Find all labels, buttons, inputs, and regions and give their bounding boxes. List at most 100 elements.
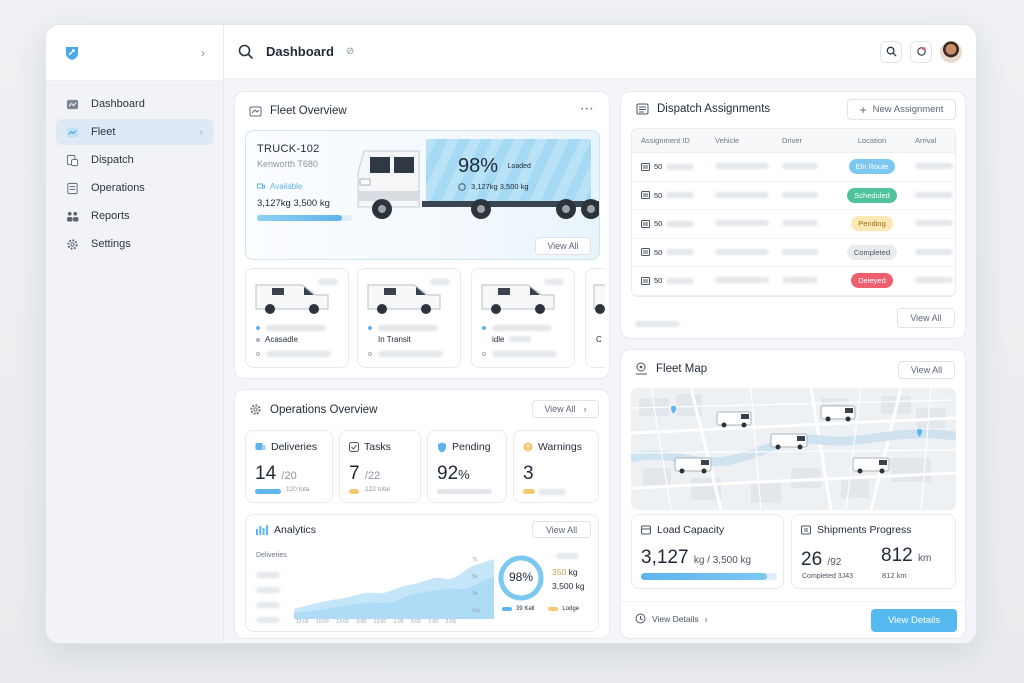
- deliveries-area-chart: [294, 559, 494, 619]
- featured-truck-card[interactable]: TRUCK-102 Kenworth T680 Available 3,127k…: [245, 130, 600, 260]
- stat-card-pending[interactable]: Pending 92%: [427, 430, 507, 503]
- column-header[interactable]: Location: [837, 136, 907, 145]
- search-icon[interactable]: [238, 44, 254, 60]
- load-capacity-title: Load Capacity: [657, 524, 725, 536]
- location-cell: Eln Route: [837, 159, 907, 175]
- location-cell: Scheduled: [837, 187, 907, 203]
- analytics-header: Analytics: [256, 524, 316, 536]
- van-meta: [482, 351, 557, 357]
- distance-value: 812 km: [881, 545, 931, 567]
- load-capacity-card[interactable]: Load Capacity 3,127 kg / 3,500 kg: [631, 514, 784, 589]
- document-icon: [641, 162, 650, 171]
- table-row[interactable]: 50 Scheduled: [632, 182, 955, 210]
- notifications-button[interactable]: [910, 40, 932, 63]
- view-all-button[interactable]: View All: [897, 308, 955, 328]
- card-title: Fleet Map: [656, 362, 708, 375]
- view-details-button[interactable]: View Details: [871, 609, 957, 632]
- table-body: 50 Eln Route 50 Scheduled 50 Pending 50 Complet…: [632, 153, 955, 296]
- column-header[interactable]: Assignment ID: [632, 136, 707, 145]
- assignment-id-cell: 50: [632, 162, 707, 171]
- truck-model: Kenworth T680: [257, 159, 318, 169]
- view-all-button[interactable]: View All: [532, 521, 591, 538]
- chevron-right-icon: ›: [704, 613, 708, 624]
- gauge-legend: 39 Kall Lodge: [502, 606, 579, 612]
- stat-label: Deliveries: [255, 441, 317, 453]
- column-header[interactable]: Vehicle: [707, 136, 782, 145]
- sidebar-item-dashboard[interactable]: Dashboard: [56, 91, 213, 117]
- dashboard-icon: [66, 99, 79, 109]
- stat-bar: [523, 489, 535, 494]
- van-id-blur: [544, 279, 564, 285]
- stat-card-tasks[interactable]: Tasks 7 /22 122 total: [339, 430, 421, 503]
- view-all-button[interactable]: View All: [898, 361, 955, 379]
- table-row[interactable]: 50 Pending: [632, 210, 955, 239]
- view-all-button[interactable]: View All ›: [532, 400, 599, 418]
- truck-id: TRUCK-102: [257, 143, 320, 155]
- van-status: idle: [492, 335, 532, 344]
- x-tick-label: 5:00: [411, 619, 421, 625]
- new-assignment-button[interactable]: + New Assignment: [847, 99, 956, 120]
- load-capacity-row: 3,127kg 3,500 kg: [458, 182, 529, 191]
- stat-total: /22: [364, 470, 381, 482]
- van-meta: [368, 351, 443, 357]
- x-tick-label: 1:00: [428, 619, 439, 625]
- van-meta: [256, 325, 326, 331]
- avatar[interactable]: [940, 40, 962, 63]
- sidebar-item-operations[interactable]: Operations: [56, 175, 213, 201]
- stat-bar: [255, 489, 281, 494]
- stat-sub-blur: [538, 489, 566, 495]
- collapse-sidebar-icon[interactable]: ›: [201, 46, 205, 60]
- assignments-table: Assignment ID Vehicle Driver Location Ar…: [631, 128, 956, 297]
- stat-sub: 122 total: [365, 486, 390, 493]
- stat-card-deliveries[interactable]: Deliveries 14 /20 120 tota: [245, 430, 333, 503]
- sidebar-item-reports[interactable]: Reports: [56, 203, 213, 229]
- van-card[interactable]: In Transit: [357, 268, 461, 368]
- stat-total: /20: [281, 470, 297, 482]
- van-card[interactable]: C: [585, 268, 605, 368]
- sidebar-item-dispatch[interactable]: Dispatch: [56, 147, 213, 173]
- column-header[interactable]: Driver: [782, 136, 837, 145]
- link-label: View Details: [652, 613, 699, 624]
- shipments-progress-card[interactable]: Shipments Progress 26 /92 Completed 3J43…: [791, 514, 956, 589]
- van-status: Acasadle: [256, 335, 298, 344]
- legend-a: 39 Kall: [516, 606, 535, 612]
- table-row[interactable]: 50 Deleyed: [632, 267, 955, 296]
- y-axis-ticks: 7k 5k 3k 40p: [472, 557, 480, 614]
- view-details-link[interactable]: View Details ›: [635, 613, 707, 624]
- arrival-cell: [907, 276, 955, 285]
- load-capacity-unit: kg / 3,500 kg: [693, 555, 752, 566]
- status-badge: Deleyed: [851, 273, 893, 289]
- sidebar-item-label: Dispatch: [91, 154, 134, 166]
- progress-fill: [257, 215, 342, 221]
- column-header[interactable]: Arrival: [907, 136, 955, 145]
- table-row[interactable]: 50 Eln Route: [632, 153, 955, 182]
- map-pin-icon: [636, 362, 647, 375]
- truck-small-icon: [257, 183, 265, 189]
- document-icon: [641, 276, 650, 285]
- stat-card-warnings[interactable]: Warnings 3: [513, 430, 599, 503]
- y-tick-label: 7k: [472, 557, 478, 563]
- view-all-button[interactable]: View All: [535, 237, 591, 255]
- van-card[interactable]: Acasadle: [245, 268, 349, 368]
- fleet-map-card: Fleet Map View All Load Capacity 3,127 k…: [620, 349, 966, 639]
- assignment-id: 50: [654, 276, 663, 286]
- y-tick-label: 40p: [472, 608, 481, 614]
- assignment-id: 50: [654, 247, 663, 257]
- search-button[interactable]: [880, 40, 902, 63]
- stat-label: Tasks: [349, 441, 391, 453]
- card-title: Operations Overview: [270, 403, 378, 416]
- table-header: Assignment ID Vehicle Driver Location Ar…: [632, 129, 955, 153]
- sidebar-item-settings[interactable]: Settings: [56, 231, 213, 257]
- distance-unit: km: [917, 553, 932, 564]
- more-options-icon[interactable]: ⋯: [580, 100, 595, 117]
- warning-icon: [523, 442, 533, 452]
- operations-icon: [67, 182, 78, 194]
- van-card[interactable]: idle: [471, 268, 575, 368]
- fleet-map[interactable]: [631, 388, 956, 510]
- weight-blur: [556, 553, 578, 559]
- y-axis-blur: [256, 572, 280, 623]
- table-row[interactable]: 50 Completed: [632, 239, 955, 267]
- capacity-text: 3,127kg 3,500 kg: [257, 198, 330, 209]
- sidebar-item-fleet[interactable]: Fleet ›: [56, 119, 213, 145]
- card-header: Fleet Overview: [249, 105, 347, 117]
